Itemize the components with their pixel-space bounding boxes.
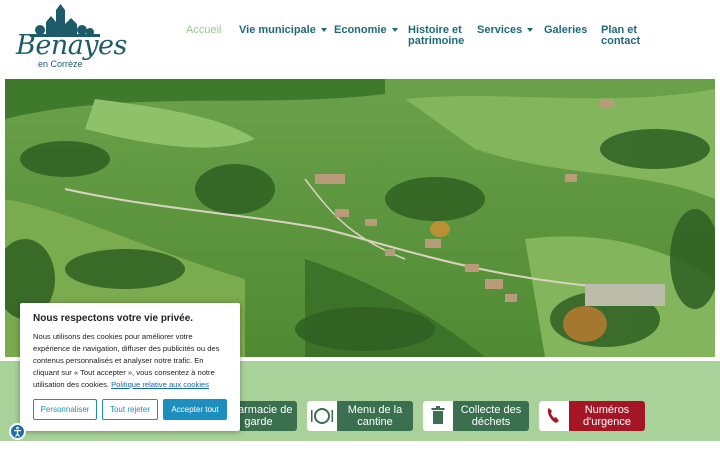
cookie-title: Nous respectons votre vie privée. [33, 313, 194, 324]
nav-economie[interactable]: Economie [334, 25, 398, 36]
chevron-down-icon [320, 28, 327, 33]
logo-subtitle: en Corrèze [38, 59, 83, 69]
accessibility-icon [14, 426, 21, 437]
chevron-down-icon [391, 28, 398, 33]
reject-all-button[interactable]: Tout rejeter [102, 399, 158, 420]
nav-plan-contact[interactable]: Plan et contact [601, 25, 651, 47]
cookie-text: Nous utilisons des cookies pour améliore… [33, 332, 220, 389]
site-header: Benayes en Corrèze Accueil Vie municipal… [0, 0, 720, 78]
nav-galeries[interactable]: Galeries [544, 25, 587, 36]
nav-services[interactable]: Services [477, 25, 534, 36]
accept-all-button[interactable]: Accepter tout [163, 399, 227, 420]
menu-cantine-button[interactable]: Menu de la cantine [307, 401, 413, 431]
cookie-consent-dialog: Nous respectons votre vie privée. Nous u… [20, 303, 240, 431]
nav-histoire-patrimoine[interactable]: Histoire et patrimoine [408, 25, 470, 47]
plate-icon [307, 401, 337, 431]
nav-accueil[interactable]: Accueil [186, 25, 221, 36]
cookie-policy-link[interactable]: Politique relative aux cookies [111, 380, 209, 389]
phone-icon [539, 401, 569, 431]
customize-button[interactable]: Personnaliser [33, 399, 97, 420]
nav-vie-municipale[interactable]: Vie municipale [239, 25, 327, 36]
main-nav: Accueil Vie municipale Economie Histoire… [0, 24, 720, 54]
chevron-down-icon [527, 28, 534, 33]
accessibility-button[interactable] [9, 423, 26, 440]
numeros-urgence-button[interactable]: Numéros d'urgence [539, 401, 645, 431]
trash-icon [423, 401, 453, 431]
collecte-dechets-button[interactable]: Collecte des déchets [423, 401, 529, 431]
